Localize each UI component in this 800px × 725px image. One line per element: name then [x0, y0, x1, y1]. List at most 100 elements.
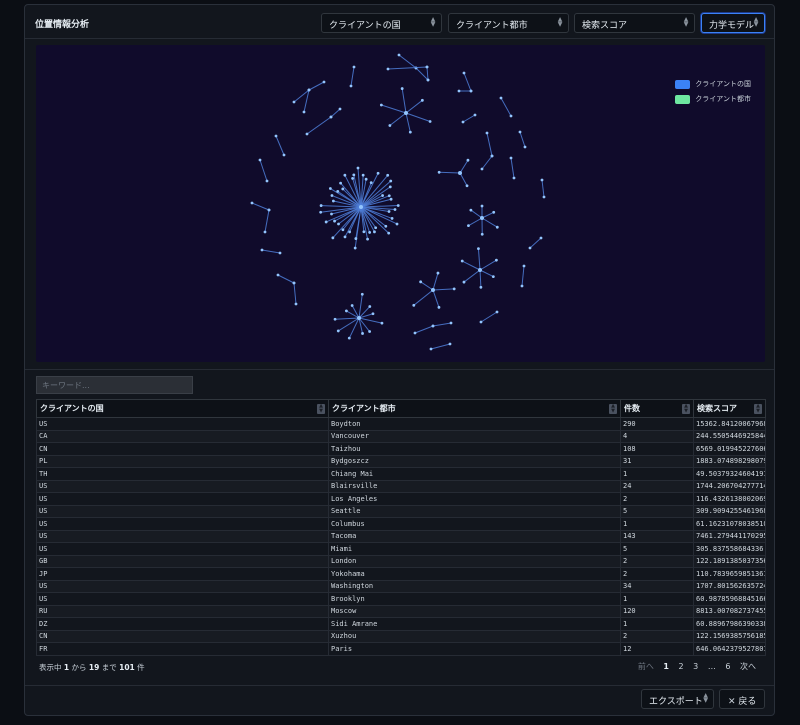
legend-item-city[interactable]: クライアント都市	[675, 94, 751, 109]
graph-node[interactable]	[494, 258, 498, 262]
table-row[interactable]: JP Yokohama 2 110.78396598513615	[36, 567, 766, 581]
column-header-country[interactable]: クライアントの国 ▲ ▼	[36, 399, 329, 418]
graph-node[interactable]	[408, 130, 412, 134]
graph-node[interactable]	[480, 216, 484, 220]
country-select[interactable]: クライアントの国 ▲ ▼	[321, 13, 442, 33]
graph-node[interactable]	[419, 280, 423, 284]
graph-node[interactable]	[431, 324, 435, 328]
graph-node[interactable]	[395, 222, 399, 226]
table-row[interactable]: DZ Sidi Amrane 1 60.88967986390338	[36, 617, 766, 631]
graph-node[interactable]	[528, 246, 532, 250]
table-row[interactable]: US Seattle 5 309.9094255461968	[36, 504, 766, 518]
graph-node[interactable]	[319, 210, 323, 214]
graph-node[interactable]	[499, 96, 503, 100]
sort-icon[interactable]: ▲ ▼	[317, 404, 325, 414]
graph-node[interactable]	[336, 189, 340, 193]
graph-node[interactable]	[523, 145, 527, 149]
graph-node[interactable]	[344, 309, 348, 313]
graph-node[interactable]	[478, 268, 482, 272]
export-button[interactable]: エクスポート ▲ ▼	[641, 689, 714, 709]
graph-node[interactable]	[276, 273, 280, 277]
graph-node[interactable]	[333, 317, 337, 321]
graph-node[interactable]	[338, 107, 342, 111]
graph-node[interactable]	[374, 226, 378, 230]
graph-node[interactable]	[495, 225, 499, 229]
graph-node[interactable]	[350, 304, 354, 307]
page-button-2[interactable]: 2	[679, 662, 684, 671]
legend-item-country[interactable]: クライアントの国	[675, 79, 751, 94]
graph-node[interactable]	[282, 153, 286, 157]
graph-node[interactable]	[331, 199, 335, 203]
graph-node[interactable]	[461, 120, 465, 124]
graph-node[interactable]	[360, 292, 364, 296]
graph-node[interactable]	[343, 235, 347, 239]
graph-node[interactable]	[480, 167, 484, 171]
graph-node[interactable]	[347, 336, 351, 340]
graph-node[interactable]	[480, 232, 484, 236]
graph-node[interactable]	[457, 89, 461, 93]
graph-node[interactable]	[512, 176, 516, 180]
graph-node[interactable]	[420, 98, 424, 102]
graph-node[interactable]	[387, 194, 391, 198]
graph-node[interactable]	[480, 204, 484, 208]
graph-node[interactable]	[369, 181, 373, 185]
graph-node[interactable]	[274, 134, 278, 138]
graph-node[interactable]	[379, 103, 383, 107]
graph-node[interactable]	[462, 280, 466, 284]
graph-node[interactable]	[384, 224, 388, 228]
sort-icon[interactable]: ▲ ▼	[609, 404, 617, 414]
graph-node[interactable]	[386, 67, 390, 71]
table-row[interactable]: US Miami 5 305.837558684336	[36, 542, 766, 556]
table-row[interactable]: US Columbus 1 61.162310780385106	[36, 517, 766, 531]
graph-node[interactable]	[520, 284, 524, 288]
graph-node[interactable]	[542, 195, 546, 199]
page-button-last[interactable]: 6	[725, 662, 730, 671]
page-button-3[interactable]: 3	[693, 662, 698, 671]
graph-node[interactable]	[539, 236, 543, 240]
graph-node[interactable]	[485, 131, 489, 135]
graph-node[interactable]	[278, 251, 282, 255]
graph-node[interactable]	[466, 158, 470, 162]
force-graph[interactable]: クライアントの国 クライアント都市	[36, 45, 765, 362]
table-row[interactable]: PL Bydgoszcz 31 1883.0748982980797	[36, 454, 766, 468]
graph-node[interactable]	[522, 264, 526, 268]
graph-node[interactable]	[393, 208, 397, 211]
graph-node[interactable]	[336, 329, 340, 333]
graph-node[interactable]	[352, 65, 356, 69]
graph-node[interactable]	[265, 179, 269, 183]
graph-node[interactable]	[329, 115, 333, 119]
graph-node[interactable]	[349, 84, 353, 88]
graph-node[interactable]	[352, 173, 356, 177]
graph-node[interactable]	[473, 113, 477, 117]
city-select[interactable]: クライアント都市 ▲ ▼	[448, 13, 569, 33]
graph-node[interactable]	[294, 302, 298, 306]
graph-node[interactable]	[341, 228, 345, 232]
graph-node[interactable]	[540, 178, 544, 182]
graph-node[interactable]	[429, 347, 433, 351]
graph-node[interactable]	[376, 171, 380, 175]
graph-node[interactable]	[354, 237, 358, 240]
graph-node[interactable]	[302, 110, 306, 114]
graph-node[interactable]	[490, 154, 494, 158]
next-page-button[interactable]: 次へ	[740, 662, 756, 671]
graph-node[interactable]	[492, 210, 496, 214]
keyword-search-input[interactable]	[36, 376, 193, 394]
table-row[interactable]: US Los Angeles 2 116.43261380020695	[36, 492, 766, 506]
table-row[interactable]: US Tacoma 143 7461.279441170295	[36, 529, 766, 543]
graph-node[interactable]	[437, 170, 441, 174]
score-select[interactable]: 検索スコア ▲ ▼	[574, 13, 695, 33]
graph-node[interactable]	[390, 217, 394, 220]
graph-node[interactable]	[364, 177, 368, 181]
graph-node[interactable]	[319, 204, 323, 207]
graph-node[interactable]	[339, 181, 342, 185]
graph-node[interactable]	[388, 185, 392, 189]
graph-node[interactable]	[381, 194, 384, 197]
graph-node[interactable]	[386, 173, 390, 177]
table-row[interactable]: GB London 2 122.18913850373565	[36, 554, 766, 568]
layout-select[interactable]: 力学モデル ▲ ▼	[701, 13, 765, 33]
graph-node[interactable]	[469, 208, 473, 212]
table-row[interactable]: RU Moscow 120 8813.007082737455	[36, 604, 766, 618]
graph-node[interactable]	[359, 205, 363, 209]
table-row[interactable]: FR Paris 12 646.0642379527801	[36, 642, 766, 656]
table-row[interactable]: US Boydton 290 15362.841200679683	[36, 417, 766, 431]
